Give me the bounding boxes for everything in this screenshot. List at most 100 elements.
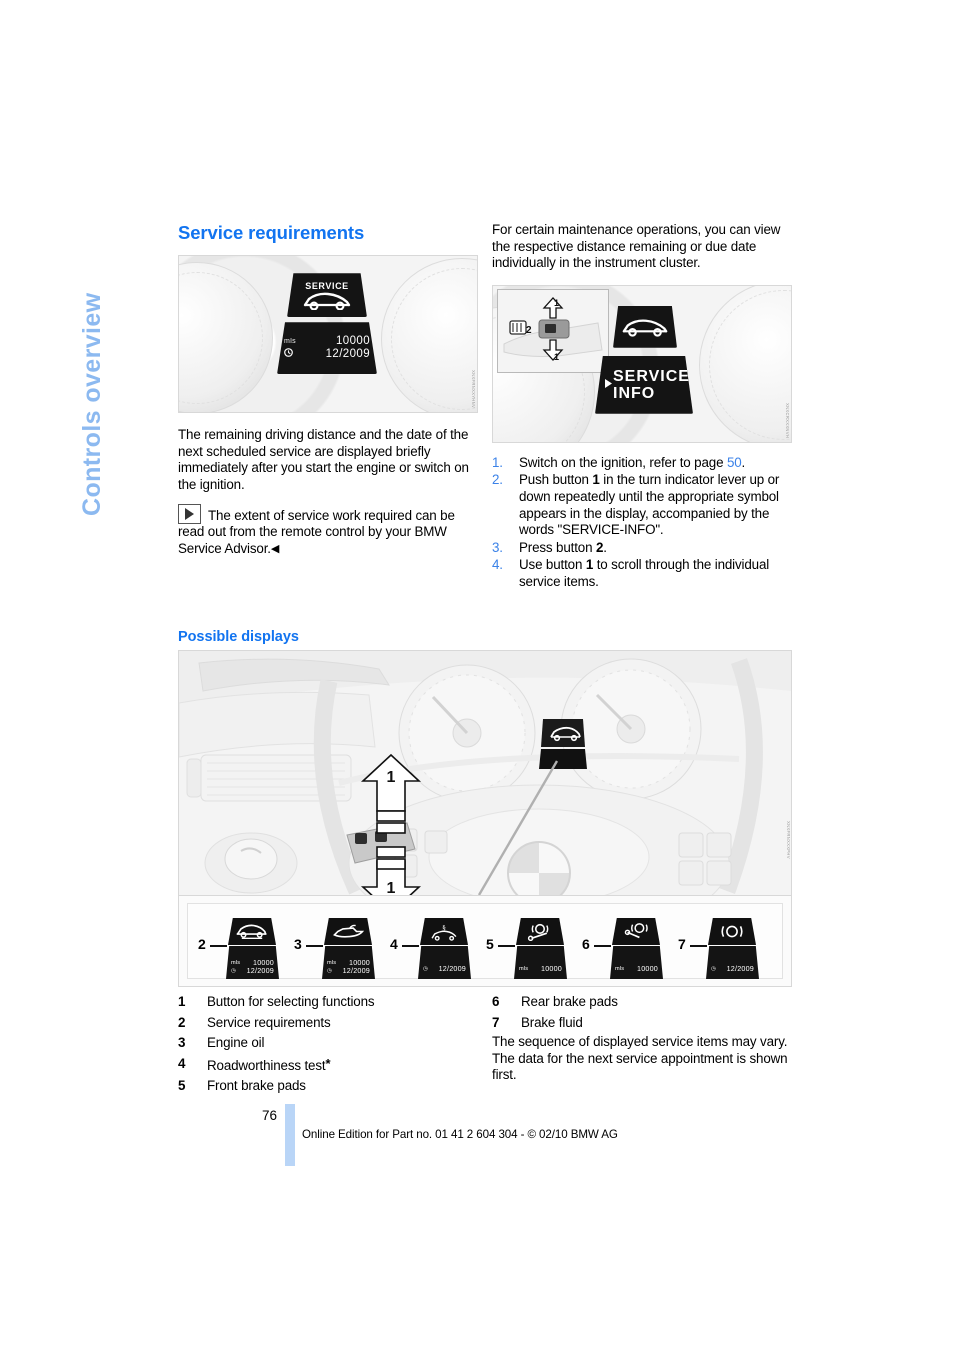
icon-item-3: 3 mls 10000 ◷ 12/2009 bbox=[292, 914, 388, 984]
icon-item-2: 2 mls 10000 ◷ 12/2009 bbox=[196, 914, 292, 984]
dial-right bbox=[381, 258, 477, 413]
page-reference-link[interactable]: 50 bbox=[727, 455, 742, 470]
service-info-text-display: SERVICE- INFO bbox=[595, 355, 697, 414]
distance-unit: mls bbox=[327, 960, 337, 966]
dial-left bbox=[179, 262, 273, 413]
icon-value-display: ◷ 12/2009 bbox=[418, 946, 471, 979]
distance-row: mls 10000 bbox=[610, 965, 663, 973]
legend-number: 5 bbox=[178, 1078, 186, 1094]
icon-value-display: mls 10000 bbox=[610, 946, 663, 979]
note-block: The extent of service work required can … bbox=[178, 503, 478, 558]
date-value: 12/2009 bbox=[438, 964, 466, 973]
step-2: 2. Push button 1 in the turn indicator le… bbox=[492, 472, 780, 538]
date-value: 12/2009 bbox=[726, 964, 754, 973]
clock-icon bbox=[284, 347, 293, 362]
strip-frame: 2 mls 10000 ◷ 12/2009 3 mls 10000 ◷ 12/2… bbox=[187, 903, 783, 979]
lever-diagram: 2 1 1 bbox=[498, 289, 608, 372]
legend-item: 5 Front brake pads bbox=[178, 1076, 478, 1097]
legend-label: Front brake pads bbox=[207, 1078, 306, 1094]
icon-number: 4 bbox=[390, 936, 398, 952]
step-number: 1. bbox=[492, 454, 503, 470]
icon-value-display: mls 10000 bbox=[514, 946, 567, 979]
service-icon-strip: 2 mls 10000 ◷ 12/2009 3 mls 10000 ◷ 12/2… bbox=[178, 895, 792, 987]
left-column: Service requirements SERVICE mls 10000 1… bbox=[178, 222, 478, 645]
legend-label: Engine oil bbox=[207, 1035, 265, 1051]
step-4: 4. Use button 1 to scroll through the ind… bbox=[492, 557, 770, 589]
clock-icon: ◷ bbox=[711, 966, 717, 972]
clock-icon: ◷ bbox=[231, 968, 237, 974]
service-info-text: SERVICE- INFO bbox=[613, 367, 697, 402]
engine-oil-can-icon bbox=[324, 918, 372, 945]
icon-item-5: 5 mls 10000 bbox=[484, 914, 580, 984]
step-number: 4. bbox=[492, 557, 503, 573]
date-row: ◷ 12/2009 bbox=[706, 965, 759, 973]
closing-paragraph: The sequence of displayed service items … bbox=[492, 1034, 788, 1083]
service-car-icon bbox=[622, 319, 668, 337]
service-car-icon bbox=[303, 292, 351, 310]
service-car-icon bbox=[228, 918, 276, 945]
note-endmark: ◀ bbox=[270, 542, 280, 555]
date-value: 12/2009 bbox=[325, 348, 370, 361]
distance-unit: mls bbox=[284, 337, 297, 345]
icon-item-7: 7 ◷ 12/2009 bbox=[676, 914, 772, 984]
legend-label: Brake fluid bbox=[521, 1014, 583, 1030]
distance-row: mls 10000 bbox=[284, 335, 370, 348]
icon-number: 3 bbox=[294, 936, 302, 952]
page-number: 76 bbox=[262, 1108, 278, 1123]
service-symbol-display: SERVICE bbox=[287, 273, 367, 318]
step-number: 2. bbox=[492, 472, 503, 488]
manual-page: Controls overview Service requirements S… bbox=[0, 0, 954, 1350]
edition-line: Online Edition for Part no. 01 41 2 604 … bbox=[302, 1128, 618, 1141]
service-values: mls 10000 12/2009 bbox=[277, 335, 377, 362]
legend-number: 6 bbox=[492, 994, 500, 1009]
service-text: SERVICE bbox=[305, 280, 349, 291]
distance-unit: mls bbox=[615, 966, 625, 972]
legend-label: Button for selecting functions bbox=[207, 994, 375, 1009]
legend-number: 1 bbox=[178, 994, 186, 1009]
icon-item-6: 6 mls 10000 bbox=[580, 914, 676, 984]
footnote-asterisk: * bbox=[325, 1055, 331, 1071]
legend-item: 6 Rear brake pads bbox=[492, 992, 792, 1013]
procedure-steps: 1. Switch on the ignition, refer to page … bbox=[492, 455, 792, 591]
note-text: The extent of service work required can … bbox=[178, 503, 478, 558]
clock-icon: ◷ bbox=[327, 968, 333, 974]
right-column: For certain maintenance operations, you … bbox=[492, 222, 792, 592]
icon-value-display: mls 10000 ◷ 12/2009 bbox=[322, 946, 375, 979]
legend-label: Roadworthiness test bbox=[207, 1057, 326, 1073]
legend-left: 1 Button for selecting functions 2 Service… bbox=[178, 992, 478, 1097]
leader-line bbox=[210, 945, 227, 947]
service-info-line1: SERVICE- bbox=[613, 367, 697, 385]
icon-value-display: ◷ 12/2009 bbox=[706, 946, 759, 979]
right-intro-paragraph: For certain maintenance operations, you … bbox=[492, 222, 781, 271]
distance-value: 10000 bbox=[637, 964, 658, 973]
service-car-symbol-display bbox=[613, 305, 677, 348]
figure-service-info-display: 2 1 1 SERVICE- INFO XNXCRXXXNVH bbox=[492, 284, 792, 443]
leader-line bbox=[594, 945, 611, 947]
dashboard-illustration: 1 1 bbox=[179, 651, 791, 896]
svg-text:1: 1 bbox=[554, 352, 559, 362]
legend-item: 4 Roadworthiness test* bbox=[178, 1054, 478, 1077]
legend-number: 3 bbox=[178, 1035, 186, 1051]
legend-right: 6 Rear brake pads 7 Brake fluid bbox=[492, 992, 792, 1033]
turn-indicator-lever-inset: 2 1 1 bbox=[497, 288, 609, 373]
leader-line bbox=[402, 945, 419, 947]
page-accent-bar bbox=[285, 1104, 295, 1166]
subsection-title: Possible displays bbox=[178, 629, 299, 646]
distance-row: mls 10000 bbox=[514, 965, 567, 973]
legend-number: 4 bbox=[178, 1055, 186, 1071]
icon-number: 5 bbox=[486, 936, 494, 952]
icon-number: 6 bbox=[582, 936, 590, 952]
svg-text:1: 1 bbox=[554, 298, 559, 308]
steering-wheel-photo: 1 1 XNXFRNXXXPHV bbox=[178, 650, 792, 896]
icon-item-4: 4 § ◷ 12/2009 bbox=[388, 914, 484, 984]
page-title: Service requirements bbox=[178, 222, 365, 243]
rear-brake-pads-icon bbox=[612, 918, 660, 945]
date-value: 12/2009 bbox=[342, 966, 370, 975]
step-1: 1. Switch on the ignition, refer to page … bbox=[492, 454, 746, 470]
icon-number: 7 bbox=[678, 936, 686, 952]
date-row: ◷ 12/2009 bbox=[322, 967, 375, 975]
date-row: 12/2009 bbox=[284, 347, 370, 362]
legend-item: 1 Button for selecting functions bbox=[178, 992, 478, 1013]
arrow-label-up: 1 bbox=[387, 769, 396, 786]
figure-code: XNXFRNXXYHNV bbox=[471, 370, 476, 409]
